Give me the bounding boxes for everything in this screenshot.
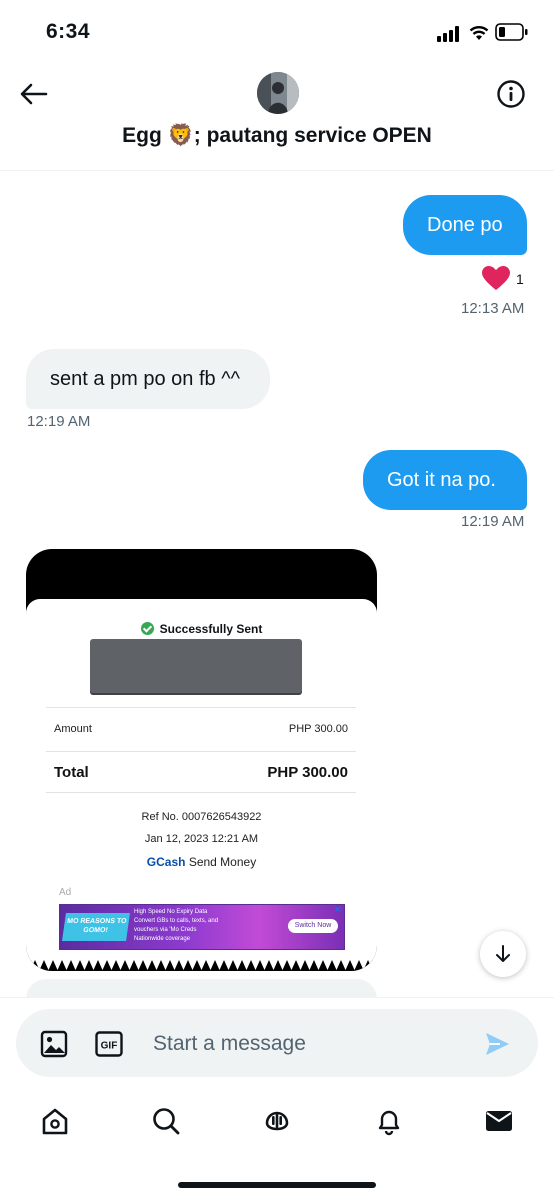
image-icon[interactable] bbox=[40, 1030, 68, 1058]
heart-icon bbox=[482, 266, 510, 290]
check-circle-icon bbox=[140, 622, 154, 635]
ad-point: High Speed No Expiry Data bbox=[134, 909, 208, 915]
spaces-icon bbox=[265, 1111, 289, 1131]
ad-point: Nationwide coverage bbox=[134, 936, 191, 942]
status-time: 6:34 bbox=[46, 20, 91, 43]
receipt-amount-row: Amount PHP 300.00 bbox=[54, 723, 348, 735]
receipt-status: Successfully Sent bbox=[26, 622, 377, 636]
wifi-icon bbox=[469, 26, 489, 40]
ref-number: Ref No. 0007626543922 bbox=[141, 811, 262, 823]
total-value: PHP 300.00 bbox=[267, 764, 348, 781]
back-arrow-icon[interactable] bbox=[18, 80, 50, 108]
home-indicator bbox=[178, 1182, 376, 1188]
message-text: Got it na po. bbox=[387, 469, 496, 491]
transaction-date: Jan 12, 2023 12:21 AM bbox=[144, 833, 259, 845]
receipt-torn-edge bbox=[26, 960, 377, 971]
avatar[interactable] bbox=[257, 72, 299, 114]
tab-spaces[interactable] bbox=[260, 1104, 294, 1138]
info-icon[interactable] bbox=[496, 79, 526, 109]
message-input[interactable] bbox=[153, 1030, 453, 1058]
image-attachment[interactable]: Successfully Sent Amount PHP 300.00 Tota… bbox=[26, 549, 377, 971]
message-reaction[interactable]: 1 bbox=[482, 266, 524, 291]
ad-cta: Switch Now bbox=[288, 919, 338, 933]
tab-search[interactable] bbox=[149, 1104, 183, 1138]
receipt-total-row: Total PHP 300.00 bbox=[54, 764, 348, 781]
battery-icon bbox=[495, 23, 528, 41]
gcash-receipt: Successfully Sent Amount PHP 300.00 Tota… bbox=[26, 599, 377, 971]
search-icon bbox=[153, 1108, 180, 1135]
gcash-service: GCash Send Money bbox=[26, 855, 377, 869]
scroll-to-bottom-button[interactable] bbox=[480, 931, 526, 977]
tab-messages[interactable] bbox=[482, 1104, 516, 1138]
messages-icon bbox=[486, 1111, 512, 1131]
total-label: Total bbox=[54, 764, 89, 781]
message-timestamp: 12:19 AM bbox=[27, 413, 91, 430]
gif-icon[interactable]: GIF bbox=[95, 1031, 123, 1057]
tab-notifications[interactable] bbox=[372, 1104, 406, 1138]
message-timestamp: 12:19 AM bbox=[461, 513, 525, 530]
chat-title[interactable]: Egg 🦁; pautang service OPEN bbox=[0, 124, 554, 148]
reaction-count: 1 bbox=[516, 270, 524, 287]
message-bubble-received[interactable]: sent a pm po on fb ^^ bbox=[26, 349, 270, 409]
arrow-down-icon bbox=[496, 945, 510, 962]
message-bubble-sent[interactable]: Done po bbox=[403, 195, 527, 255]
tab-home[interactable] bbox=[38, 1104, 72, 1138]
ad-close-icon: ✕ bbox=[333, 905, 342, 916]
message-text: sent a pm po on fb ^^ bbox=[50, 368, 240, 390]
ad-points: High Speed No Expiry Data Convert GBs to… bbox=[134, 908, 244, 944]
amount-value: PHP 300.00 bbox=[288, 723, 348, 735]
message-text: Done po bbox=[427, 214, 503, 236]
send-icon[interactable] bbox=[484, 1031, 510, 1057]
header-divider bbox=[0, 170, 554, 171]
divider bbox=[46, 792, 356, 793]
gcash-logo: GCash bbox=[146, 855, 186, 869]
signal-icon bbox=[437, 26, 459, 42]
ad-label: Ad bbox=[59, 887, 72, 898]
receipt-status-text: Successfully Sent bbox=[159, 622, 263, 636]
ad-headline: MO REASONS TO GOMO! bbox=[62, 913, 130, 941]
message-bubble-sent[interactable]: Got it na po. bbox=[363, 450, 527, 510]
notifications-icon bbox=[378, 1110, 400, 1136]
amount-label: Amount bbox=[54, 723, 92, 735]
svg-text:GIF: GIF bbox=[101, 1041, 118, 1052]
home-icon bbox=[42, 1108, 68, 1135]
ad-banner: MO REASONS TO GOMO! High Speed No Expiry… bbox=[59, 904, 345, 950]
ad-point: Convert GBs to calls, texts, and voucher… bbox=[134, 918, 219, 933]
service-name: Send Money bbox=[188, 855, 257, 869]
divider bbox=[46, 707, 356, 708]
redacted-area bbox=[90, 639, 302, 693]
avatar-image bbox=[257, 72, 299, 114]
message-timestamp: 12:13 AM bbox=[461, 300, 525, 317]
divider bbox=[46, 751, 356, 752]
